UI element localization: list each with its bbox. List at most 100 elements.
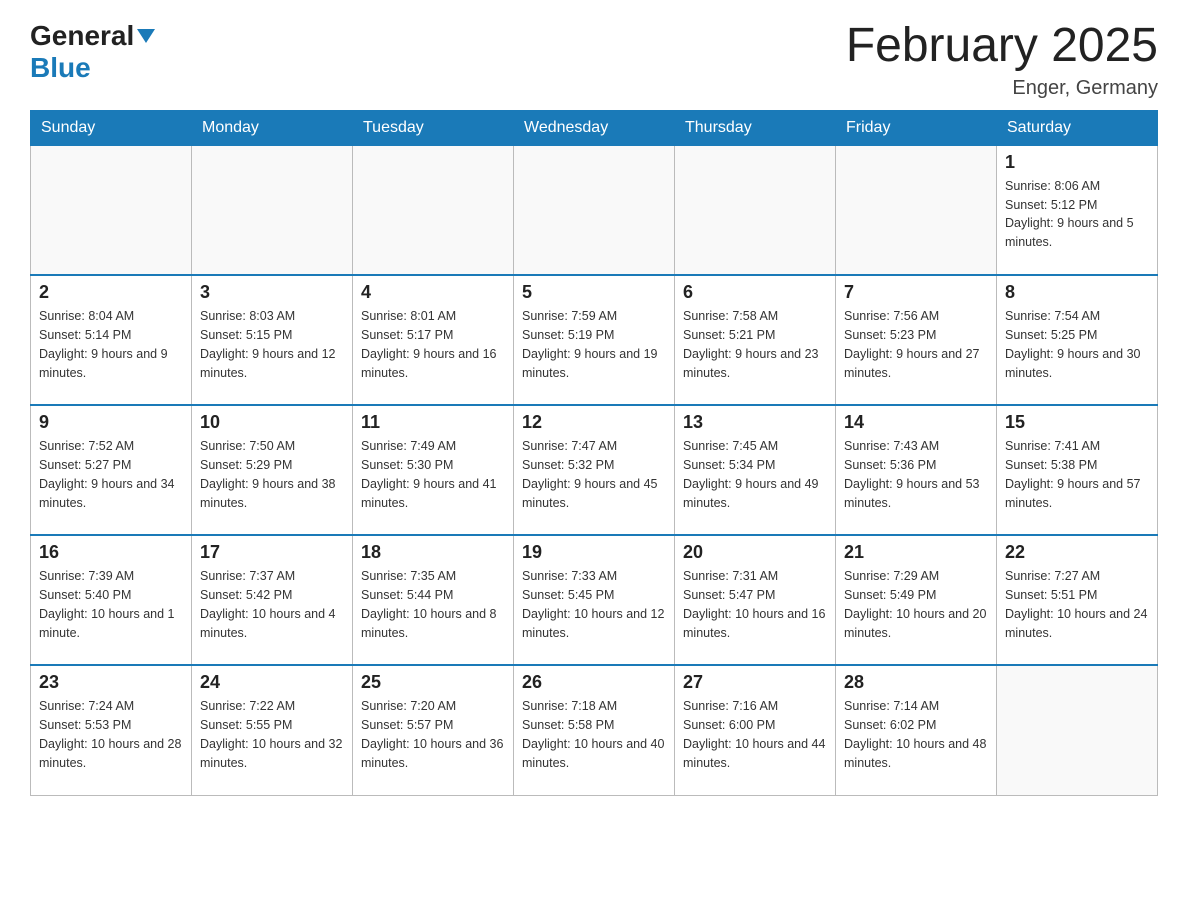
day-info: Sunrise: 7:14 AM Sunset: 6:02 PM Dayligh…: [844, 697, 988, 772]
day-number: 16: [39, 542, 183, 563]
calendar-cell: 10Sunrise: 7:50 AM Sunset: 5:29 PM Dayli…: [192, 405, 353, 535]
day-number: 5: [522, 282, 666, 303]
day-info: Sunrise: 7:47 AM Sunset: 5:32 PM Dayligh…: [522, 437, 666, 512]
day-info: Sunrise: 8:04 AM Sunset: 5:14 PM Dayligh…: [39, 307, 183, 382]
day-info: Sunrise: 7:54 AM Sunset: 5:25 PM Dayligh…: [1005, 307, 1149, 382]
day-number: 13: [683, 412, 827, 433]
day-number: 8: [1005, 282, 1149, 303]
logo: General Blue: [30, 20, 155, 84]
day-number: 12: [522, 412, 666, 433]
day-info: Sunrise: 7:31 AM Sunset: 5:47 PM Dayligh…: [683, 567, 827, 642]
col-monday: Monday: [192, 110, 353, 145]
calendar-cell: [514, 145, 675, 275]
calendar-cell: 20 Sunrise: 7:31 AM Sunset: 5:47 PM Dayli…: [675, 535, 836, 665]
day-number: 22: [1005, 542, 1149, 563]
week-row-3: 9 Sunrise: 7:52 AM Sunset: 5:27 PM Daylig…: [31, 405, 1158, 535]
calendar-cell: [836, 145, 997, 275]
calendar-cell: 19Sunrise: 7:33 AM Sunset: 5:45 PM Dayli…: [514, 535, 675, 665]
day-info: Sunrise: 7:43 AM Sunset: 5:36 PM Dayligh…: [844, 437, 988, 512]
calendar-cell: 3Sunrise: 8:03 AM Sunset: 5:15 PM Daylig…: [192, 275, 353, 405]
calendar-cell: 25 Sunrise: 7:20 AM Sunset: 5:57 PM Dayli…: [353, 665, 514, 795]
day-number: 26: [522, 672, 666, 693]
day-info: Sunrise: 7:24 AM Sunset: 5:53 PM Dayligh…: [39, 697, 183, 772]
calendar-cell: 16Sunrise: 7:39 AM Sunset: 5:40 PM Dayli…: [31, 535, 192, 665]
week-row-4: 16Sunrise: 7:39 AM Sunset: 5:40 PM Dayli…: [31, 535, 1158, 665]
calendar-cell: 27 Sunrise: 7:16 AM Sunset: 6:00 PM Dayli…: [675, 665, 836, 795]
day-info: Sunrise: 7:29 AM Sunset: 5:49 PM Dayligh…: [844, 567, 988, 642]
calendar-cell: [353, 145, 514, 275]
day-info: Sunrise: 7:41 AM Sunset: 5:38 PM Dayligh…: [1005, 437, 1149, 512]
day-number: 24: [200, 672, 344, 693]
col-tuesday: Tuesday: [353, 110, 514, 145]
day-number: 9: [39, 412, 183, 433]
page-header: General Blue February 2025 Enger, German…: [30, 20, 1158, 100]
calendar-cell: 18Sunrise: 7:35 AM Sunset: 5:44 PM Dayli…: [353, 535, 514, 665]
day-info: Sunrise: 7:58 AM Sunset: 5:21 PM Dayligh…: [683, 307, 827, 382]
calendar-cell: 23 Sunrise: 7:24 AM Sunset: 5:53 PM Dayli…: [31, 665, 192, 795]
day-number: 1: [1005, 152, 1149, 173]
day-info: Sunrise: 7:56 AM Sunset: 5:23 PM Dayligh…: [844, 307, 988, 382]
col-sunday: Sunday: [31, 110, 192, 145]
day-info: Sunrise: 7:27 AM Sunset: 5:51 PM Dayligh…: [1005, 567, 1149, 642]
day-number: 11: [361, 412, 505, 433]
week-row-2: 2 Sunrise: 8:04 AM Sunset: 5:14 PM Daylig…: [31, 275, 1158, 405]
day-info: Sunrise: 7:18 AM Sunset: 5:58 PM Dayligh…: [522, 697, 666, 772]
logo-arrow-icon: [137, 29, 155, 48]
day-number: 14: [844, 412, 988, 433]
calendar-cell: 8 Sunrise: 7:54 AM Sunset: 5:25 PM Daylig…: [997, 275, 1158, 405]
col-friday: Friday: [836, 110, 997, 145]
calendar-cell: 21 Sunrise: 7:29 AM Sunset: 5:49 PM Dayli…: [836, 535, 997, 665]
day-number: 27: [683, 672, 827, 693]
calendar-header-row: Sunday Monday Tuesday Wednesday Thursday…: [31, 110, 1158, 145]
calendar-cell: 13 Sunrise: 7:45 AM Sunset: 5:34 PM Dayli…: [675, 405, 836, 535]
col-wednesday: Wednesday: [514, 110, 675, 145]
day-number: 2: [39, 282, 183, 303]
calendar-cell: 7 Sunrise: 7:56 AM Sunset: 5:23 PM Daylig…: [836, 275, 997, 405]
calendar-cell: [192, 145, 353, 275]
day-number: 7: [844, 282, 988, 303]
week-row-5: 23 Sunrise: 7:24 AM Sunset: 5:53 PM Dayli…: [31, 665, 1158, 795]
title-area: February 2025 Enger, Germany: [846, 20, 1158, 100]
day-info: Sunrise: 7:52 AM Sunset: 5:27 PM Dayligh…: [39, 437, 183, 512]
calendar-cell: 9 Sunrise: 7:52 AM Sunset: 5:27 PM Daylig…: [31, 405, 192, 535]
calendar-cell: 26 Sunrise: 7:18 AM Sunset: 5:58 PM Dayli…: [514, 665, 675, 795]
day-info: Sunrise: 7:37 AM Sunset: 5:42 PM Dayligh…: [200, 567, 344, 642]
day-number: 4: [361, 282, 505, 303]
day-info: Sunrise: 7:33 AM Sunset: 5:45 PM Dayligh…: [522, 567, 666, 642]
col-thursday: Thursday: [675, 110, 836, 145]
calendar-cell: 2 Sunrise: 8:04 AM Sunset: 5:14 PM Daylig…: [31, 275, 192, 405]
day-info: Sunrise: 7:20 AM Sunset: 5:57 PM Dayligh…: [361, 697, 505, 772]
day-info: Sunrise: 7:49 AM Sunset: 5:30 PM Dayligh…: [361, 437, 505, 512]
day-info: Sunrise: 7:50 AM Sunset: 5:29 PM Dayligh…: [200, 437, 344, 512]
day-number: 17: [200, 542, 344, 563]
calendar-cell: 24Sunrise: 7:22 AM Sunset: 5:55 PM Dayli…: [192, 665, 353, 795]
day-number: 25: [361, 672, 505, 693]
calendar-cell: [675, 145, 836, 275]
calendar-cell: 6 Sunrise: 7:58 AM Sunset: 5:21 PM Daylig…: [675, 275, 836, 405]
day-info: Sunrise: 7:59 AM Sunset: 5:19 PM Dayligh…: [522, 307, 666, 382]
day-info: Sunrise: 7:45 AM Sunset: 5:34 PM Dayligh…: [683, 437, 827, 512]
calendar-cell: 14 Sunrise: 7:43 AM Sunset: 5:36 PM Dayli…: [836, 405, 997, 535]
location-subtitle: Enger, Germany: [846, 77, 1158, 100]
day-number: 23: [39, 672, 183, 693]
calendar-cell: 1 Sunrise: 8:06 AM Sunset: 5:12 PM Daylig…: [997, 145, 1158, 275]
calendar-cell: [31, 145, 192, 275]
col-saturday: Saturday: [997, 110, 1158, 145]
day-info: Sunrise: 7:16 AM Sunset: 6:00 PM Dayligh…: [683, 697, 827, 772]
day-info: Sunrise: 8:03 AM Sunset: 5:15 PM Dayligh…: [200, 307, 344, 382]
day-number: 18: [361, 542, 505, 563]
calendar-cell: 12 Sunrise: 7:47 AM Sunset: 5:32 PM Dayli…: [514, 405, 675, 535]
day-number: 20: [683, 542, 827, 563]
calendar-cell: [997, 665, 1158, 795]
calendar-cell: 4 Sunrise: 8:01 AM Sunset: 5:17 PM Daylig…: [353, 275, 514, 405]
day-info: Sunrise: 8:01 AM Sunset: 5:17 PM Dayligh…: [361, 307, 505, 382]
day-number: 21: [844, 542, 988, 563]
logo-blue-text: Blue: [30, 52, 91, 83]
day-info: Sunrise: 8:06 AM Sunset: 5:12 PM Dayligh…: [1005, 177, 1149, 252]
day-number: 28: [844, 672, 988, 693]
logo-general-text: General: [30, 20, 134, 52]
calendar-cell: 5 Sunrise: 7:59 AM Sunset: 5:19 PM Daylig…: [514, 275, 675, 405]
day-number: 6: [683, 282, 827, 303]
calendar-cell: 28 Sunrise: 7:14 AM Sunset: 6:02 PM Dayli…: [836, 665, 997, 795]
week-row-1: 1 Sunrise: 8:06 AM Sunset: 5:12 PM Daylig…: [31, 145, 1158, 275]
